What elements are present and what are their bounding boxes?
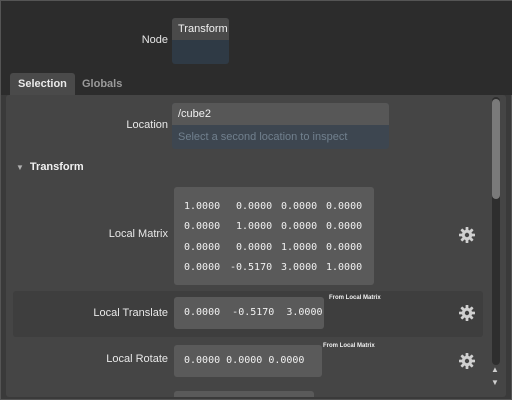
matrix-row: 0.0000 -0.5170 3.0000 1.0000 (184, 258, 362, 279)
node-value[interactable]: Transform (172, 18, 229, 40)
rotate-source-label: From Local Matrix (323, 343, 375, 349)
location-field[interactable]: /cube2 Select a second location to inspe… (172, 103, 389, 149)
local-rotate-label: Local Rotate (106, 353, 168, 365)
matrix-cell: 0.0000 (326, 221, 363, 233)
transform-section-header[interactable]: ▼ Transform (16, 161, 84, 173)
matrix-cell: 0.0000 (184, 262, 221, 274)
rotate-z: 0.0000 (268, 355, 305, 366)
node-header: Node Transform (1, 1, 512, 71)
matrix-cell: 1.0000 (281, 241, 318, 253)
matrix-cell: 0.0000 (281, 200, 318, 212)
gear-icon[interactable] (457, 303, 477, 323)
arrow-down-icon[interactable]: ▼ (491, 378, 499, 387)
translate-y: -0.5170 (232, 307, 275, 318)
local-translate-value: 0.0000 -0.5170 3.0000 (174, 297, 324, 329)
node-selector[interactable]: Transform (172, 18, 229, 64)
vertical-scrollbar[interactable] (492, 97, 500, 365)
matrix-cell: 0.0000 (326, 200, 363, 212)
triangle-down-icon[interactable]: ▼ (16, 163, 24, 172)
tab-bar: Selection Globals (1, 71, 512, 95)
node-label: Node (141, 34, 168, 46)
inspector-panel: Node Transform Selection Globals Locatio… (0, 0, 512, 400)
matrix-cell: 1.0000 (326, 262, 363, 274)
location-value[interactable]: /cube2 (172, 103, 389, 125)
gear-icon[interactable] (457, 351, 477, 371)
matrix-cell: 0.0000 (236, 241, 273, 253)
matrix-cell: 0.0000 (184, 221, 221, 233)
gear-icon[interactable] (457, 225, 477, 245)
arrow-up-icon[interactable]: ▲ (491, 365, 499, 374)
tab-selection[interactable]: Selection (10, 73, 75, 95)
compare-location-input[interactable]: Select a second location to inspect diff… (172, 125, 389, 149)
matrix-cell: 1.0000 (236, 221, 273, 233)
translate-source-label: From Local Matrix (329, 295, 381, 301)
matrix-table: 1.0000 0.0000 0.0000 0.0000 0.0000 1.000… (184, 196, 362, 278)
matrix-cell: 0.0000 (326, 241, 363, 253)
translate-x: 0.0000 (184, 307, 221, 318)
matrix-cell: 3.0000 (281, 262, 318, 274)
matrix-cell: 0.0000 (236, 200, 273, 212)
matrix-row: 0.0000 1.0000 0.0000 0.0000 (184, 217, 362, 238)
rotate-x: 0.0000 (184, 355, 221, 366)
location-label: Location (126, 119, 168, 131)
local-translate-label: Local Translate (93, 307, 168, 319)
local-rotate-value: 0.0000 0.0000 0.0000 (174, 345, 322, 377)
next-field-partial (174, 391, 314, 397)
matrix-row: 1.0000 0.0000 0.0000 0.0000 (184, 196, 362, 217)
matrix-cell: 0.0000 (184, 241, 221, 253)
matrix-cell: 1.0000 (184, 200, 221, 212)
section-title: Transform (29, 161, 84, 173)
local-matrix-value: 1.0000 0.0000 0.0000 0.0000 0.0000 1.000… (174, 187, 374, 285)
selection-content: Location /cube2 Select a second location… (6, 95, 506, 397)
matrix-cell: 0.0000 (281, 221, 318, 233)
scrollbar-thumb[interactable] (492, 99, 500, 199)
matrix-cell: -0.5170 (229, 262, 273, 274)
matrix-row: 0.0000 0.0000 1.0000 0.0000 (184, 237, 362, 258)
local-matrix-label: Local Matrix (108, 228, 168, 240)
rotate-y: 0.0000 (226, 355, 263, 366)
tab-globals[interactable]: Globals (74, 73, 130, 95)
translate-z: 3.0000 (286, 307, 323, 318)
